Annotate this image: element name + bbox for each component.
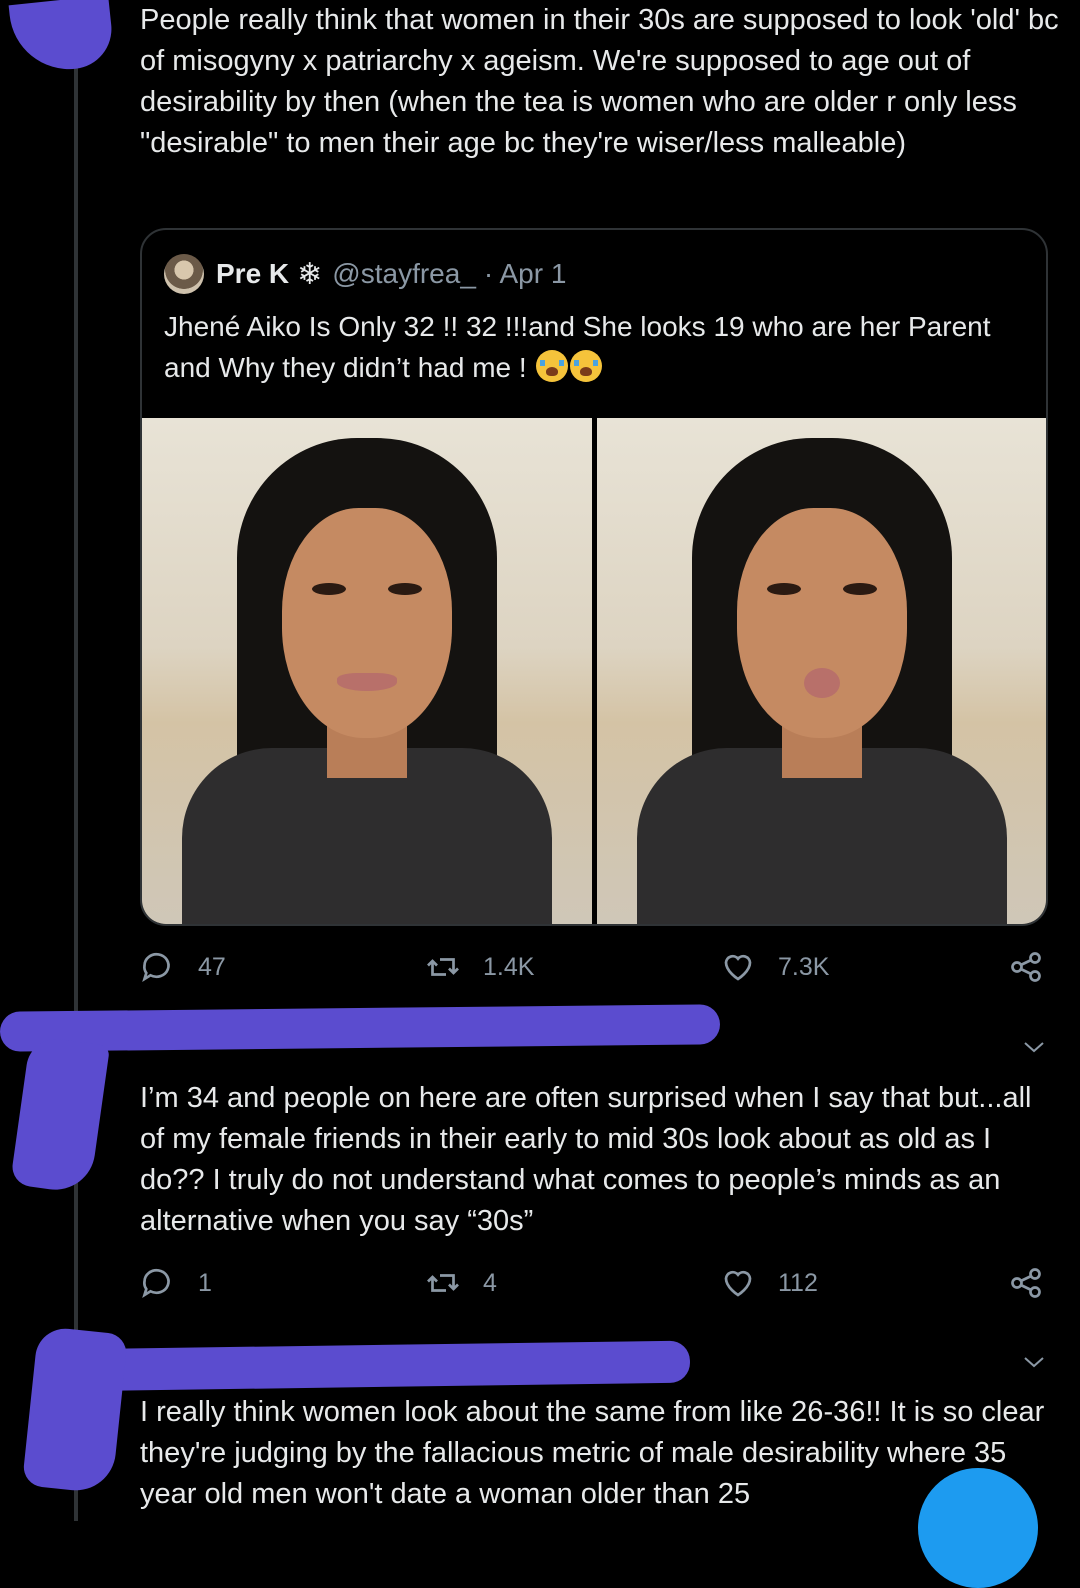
share-button[interactable] [1008, 947, 1066, 987]
redacted-avatar [21, 1325, 129, 1495]
reply-1-actions: 1 4 112 [140, 1263, 1050, 1303]
reply-count: 47 [198, 952, 226, 981]
like-count: 7.3K [778, 952, 830, 981]
share-icon [1011, 1268, 1041, 1298]
retweet-icon [427, 958, 459, 976]
quoted-author-name: Pre K [216, 258, 290, 289]
retweet-button[interactable]: 1.4K [425, 947, 534, 987]
like-button[interactable]: 7.3K [720, 947, 829, 987]
retweet-count: 1.4K [483, 952, 535, 981]
share-button[interactable] [1008, 1263, 1066, 1303]
crying-face-icon [570, 350, 603, 382]
redacted-author [0, 1004, 721, 1052]
retweet-icon [427, 1274, 459, 1292]
redacted-author [59, 1340, 691, 1392]
reply-count: 1 [198, 1268, 212, 1297]
quoted-image-left[interactable] [142, 418, 592, 924]
heart-icon [724, 1270, 752, 1297]
reply-button[interactable]: 1 [140, 1263, 212, 1303]
compose-button[interactable] [918, 1468, 1038, 1588]
main-tweet-text: People really think that women in their … [140, 4, 1059, 159]
quoted-tweet-date: · Apr 1 [483, 258, 567, 289]
reply-1-text: I’m 34 and people on here are often surp… [140, 1082, 1032, 1237]
retweet-count: 4 [483, 1268, 497, 1297]
thread-line [74, 0, 78, 1521]
reply-icon [142, 1268, 170, 1299]
chevron-down-icon[interactable] [1022, 1350, 1046, 1374]
chevron-down-icon[interactable] [1022, 1035, 1046, 1059]
like-count: 112 [778, 1268, 818, 1297]
avatar [164, 254, 204, 294]
like-button[interactable]: 112 [720, 1263, 818, 1303]
redacted-avatar [8, 0, 116, 76]
snowflake-icon: ❄ [297, 257, 323, 291]
share-icon [1011, 952, 1041, 982]
retweet-button[interactable]: 4 [425, 1263, 497, 1303]
quoted-image-right[interactable] [597, 418, 1046, 924]
main-tweet-actions: 47 1.4K 7.3K [140, 947, 1050, 987]
reply-icon [142, 952, 170, 983]
reply-button[interactable]: 47 [140, 947, 226, 987]
reply-2-text: I really think women look about the same… [140, 1396, 1045, 1510]
quoted-tweet-text-block: Jhené Aiko Is Only 32 !! 32 !!!and She l… [164, 306, 1024, 388]
heart-icon [724, 954, 752, 981]
redacted-avatar [9, 1035, 111, 1195]
crying-face-icon [536, 350, 569, 382]
quoted-author-handle: @stayfrea_ [332, 258, 476, 289]
quoted-tweet-header: Pre K ❄ @stayfrea_ · Apr 1 [164, 254, 566, 294]
quoted-tweet[interactable]: Pre K ❄ @stayfrea_ · Apr 1 Jhené Aiko Is… [140, 228, 1048, 926]
